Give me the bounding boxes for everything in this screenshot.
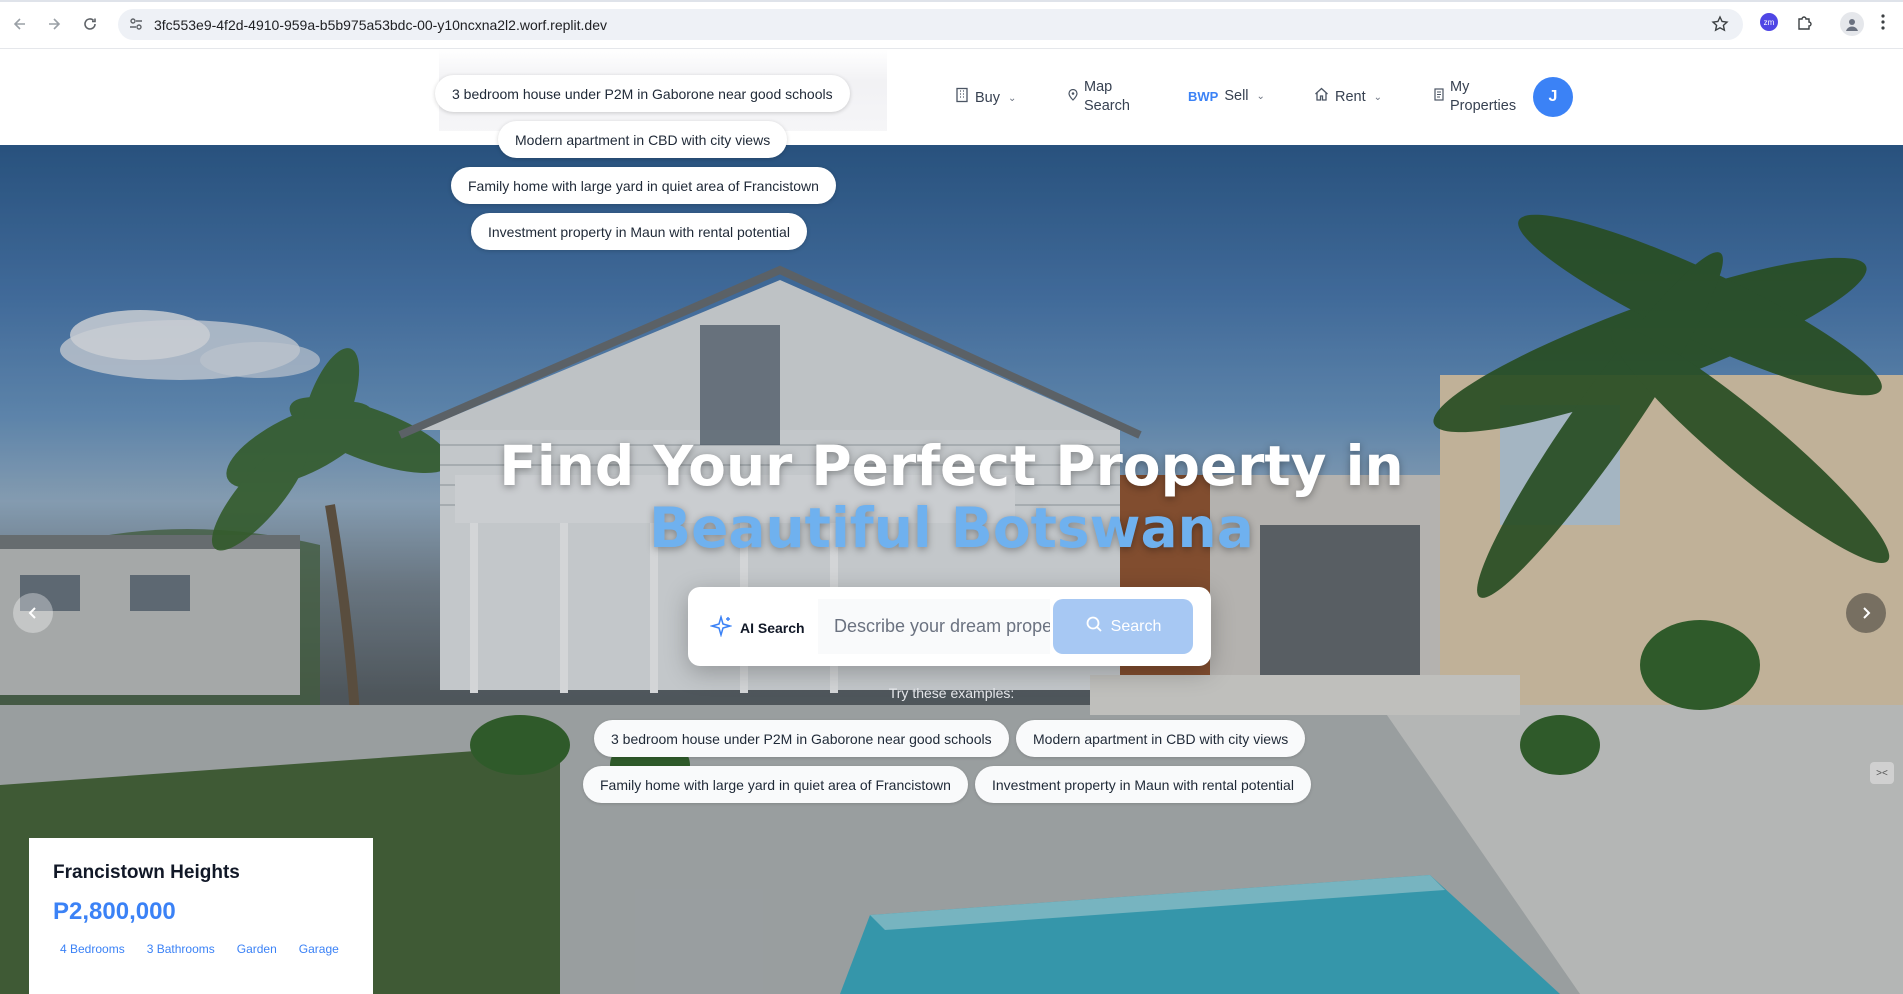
chevron-down-icon: ⌄	[1256, 91, 1265, 102]
sparkles-icon	[709, 614, 733, 640]
document-icon	[1434, 87, 1444, 107]
nav-my-properties[interactable]: My Properties	[1434, 78, 1520, 116]
feature-tag: Garage	[298, 942, 339, 956]
ai-search-box: AI Search Search	[688, 587, 1211, 666]
site-info-icon[interactable]	[128, 16, 144, 37]
nav-rent[interactable]: Rent ⌄	[1314, 87, 1382, 107]
chevron-left-icon	[28, 607, 36, 619]
feature-tag: Garden	[236, 942, 277, 956]
nav-sell-label: Sell	[1224, 88, 1249, 104]
profile-avatar-icon[interactable]	[1840, 12, 1864, 36]
bookmark-star-icon[interactable]	[1711, 15, 1729, 38]
example-chip[interactable]: Family home with large yard in quiet are…	[583, 766, 968, 803]
hero-title-highlight: Beautiful Botswana	[649, 496, 1254, 560]
extensions-puzzle-icon[interactable]	[1796, 13, 1814, 36]
nav-rent-label: Rent	[1335, 88, 1366, 105]
search-icon	[1085, 615, 1103, 638]
tab-strip	[0, 0, 1903, 2]
nav-my-properties-label: My Properties	[1450, 79, 1517, 114]
nav-buy[interactable]: Buy ⌄	[955, 87, 1016, 109]
chevron-down-icon: ⌄	[1373, 91, 1383, 103]
ai-search-label: AI Search	[740, 619, 805, 636]
property-features: 4 Bedrooms 3 Bathrooms Garden Garage	[53, 940, 346, 958]
carousel-prev-button[interactable]	[13, 593, 53, 633]
site-header: Buy ⌄ Map Search BWP Sell ⌄ Rent ⌄ My Pr…	[0, 49, 1903, 145]
hero-section: Find Your Perfect Property in Beautiful …	[0, 145, 1903, 994]
url-text[interactable]: 3fc553e9-4f2d-4910-959a-b5b975a53bdc-00-…	[154, 17, 607, 33]
example-chip[interactable]: 3 bedroom house under P2M in Gaborone ne…	[594, 720, 1009, 757]
search-button-label: Search	[1110, 617, 1162, 635]
side-panel-toggle-icon[interactable]: ><	[1870, 762, 1894, 784]
nav-sell[interactable]: BWP Sell ⌄	[1188, 87, 1265, 106]
nav-map-search-label: Map Search	[1084, 79, 1130, 114]
map-pin-icon	[1068, 88, 1078, 107]
reload-icon[interactable]	[78, 12, 102, 36]
featured-property-card[interactable]: Francistown Heights P2,800,000 4 Bedroom…	[29, 838, 373, 994]
address-bar[interactable]: 3fc553e9-4f2d-4910-959a-b5b975a53bdc-00-…	[118, 9, 1743, 40]
suggestion-item[interactable]: Modern apartment in CBD with city views	[498, 121, 788, 158]
examples-label: Try these examples:	[888, 685, 1015, 701]
search-button[interactable]: Search	[1053, 599, 1193, 654]
nav-buy-label: Buy	[975, 89, 1000, 106]
property-name: Francistown Heights	[53, 862, 240, 883]
forward-icon[interactable]	[42, 12, 66, 36]
search-input[interactable]	[818, 599, 1050, 654]
browser-menu-icon[interactable]	[1880, 13, 1886, 36]
example-chip[interactable]: Investment property in Maun with rental …	[975, 766, 1311, 803]
home-icon	[1314, 87, 1329, 107]
carousel-next-button[interactable]	[1846, 593, 1886, 633]
suggestion-item[interactable]: 3 bedroom house under P2M in Gaborone ne…	[435, 75, 850, 112]
ai-search-toggle[interactable]: AI Search	[709, 614, 805, 640]
chevron-down-icon: ⌄	[1008, 92, 1017, 104]
feature-tag: 4 Bedrooms	[60, 942, 125, 956]
back-icon[interactable]	[8, 12, 32, 36]
user-avatar[interactable]: J	[1533, 77, 1573, 117]
chevron-right-icon	[1863, 607, 1871, 619]
browser-toolbar: 3fc553e9-4f2d-4910-959a-b5b975a53bdc-00-…	[0, 0, 1903, 49]
suggestion-item[interactable]: Family home with large yard in quiet are…	[451, 167, 836, 204]
suggestion-item[interactable]: Investment property in Maun with rental …	[471, 213, 807, 250]
building-icon	[955, 87, 969, 109]
hero-title: Find Your Perfect Property in Beautiful …	[0, 435, 1903, 559]
nav-map-search[interactable]: Map Search	[1068, 78, 1136, 116]
feature-tag: 3 Bathrooms	[146, 942, 215, 956]
currency-label: BWP	[1188, 89, 1219, 104]
example-chip[interactable]: Modern apartment in CBD with city views	[1016, 720, 1306, 757]
zoom-extension-icon[interactable]: zm	[1760, 13, 1778, 31]
property-price: P2,800,000	[53, 898, 176, 925]
hero-title-line1: Find Your Perfect Property in	[499, 434, 1404, 498]
